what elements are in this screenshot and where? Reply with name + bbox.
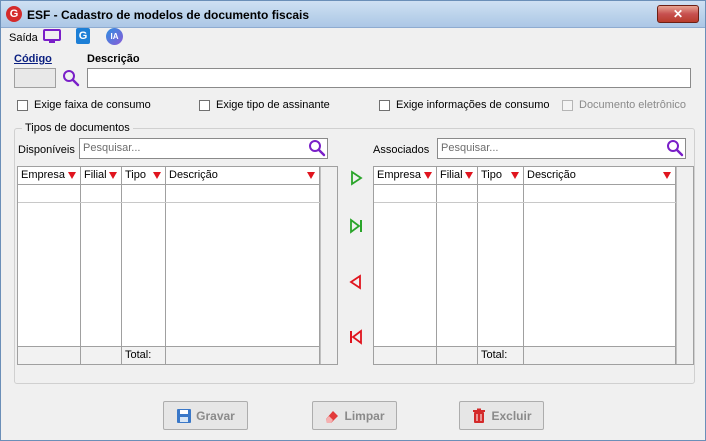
descricao-field[interactable]	[87, 68, 691, 88]
close-button[interactable]: ✕	[657, 5, 699, 23]
col-descricao[interactable]: Descrição	[166, 167, 320, 184]
col-descricao[interactable]: Descrição	[524, 167, 676, 184]
descricao-label: Descrição	[87, 53, 140, 65]
g-icon[interactable]: G	[76, 28, 90, 44]
filter-icon[interactable]	[465, 172, 473, 179]
col-label: Empresa	[21, 169, 66, 181]
excluir-label: Excluir	[491, 408, 532, 423]
main-window: G ESF - Cadastro de modelos de documento…	[0, 0, 706, 441]
checkbox-label: Documento eletrônico	[579, 99, 687, 111]
checkbox-label: Exige tipo de assinante	[216, 99, 330, 111]
checkbox-box	[562, 99, 573, 111]
checkbox-informacoes-consumo[interactable]: Exige informações de consumo	[379, 98, 549, 112]
move-left-icon[interactable]	[347, 273, 365, 291]
save-icon	[177, 408, 192, 423]
table-row[interactable]	[18, 185, 320, 203]
filter-icon[interactable]	[109, 172, 117, 179]
gravar-label: Gravar	[196, 408, 235, 423]
filter-icon[interactable]	[68, 172, 76, 179]
disponiveis-grid[interactable]: Empresa Filial Tipo Descrição Total:	[17, 166, 338, 365]
disponiveis-label: Disponíveis	[18, 144, 75, 156]
window-title: ESF - Cadastro de modelos de documento f…	[27, 8, 310, 22]
checkbox-label: Exige faixa de consumo	[34, 99, 151, 111]
col-empresa[interactable]: Empresa	[374, 167, 437, 184]
vertical-scrollbar[interactable]	[676, 167, 693, 364]
toolbar: Saída G IA	[2, 28, 706, 48]
checkbox-faixa-consumo[interactable]: Exige faixa de consumo	[17, 98, 151, 112]
total-label: Total:	[122, 347, 166, 364]
trash-icon	[473, 408, 486, 423]
move-right-icon[interactable]	[347, 169, 365, 187]
codigo-field[interactable]	[14, 68, 56, 88]
ia-icon[interactable]: IA	[106, 28, 123, 45]
eraser-icon	[326, 410, 339, 423]
disponiveis-search-icon[interactable]	[308, 139, 326, 157]
filter-icon[interactable]	[153, 172, 161, 179]
checkbox-label: Exige informações de consumo	[396, 99, 550, 111]
limpar-button[interactable]: Limpar	[312, 401, 397, 430]
grid-header: Empresa Filial Tipo Descrição	[374, 167, 676, 185]
col-label: Filial	[84, 169, 107, 181]
disponiveis-search-input[interactable]: Pesquisar...	[79, 138, 328, 159]
col-filial[interactable]: Filial	[437, 167, 478, 184]
col-label: Descrição	[169, 169, 218, 181]
grid-footer: Total:	[374, 346, 676, 364]
app-logo-icon: G	[6, 6, 22, 22]
col-label: Empresa	[377, 169, 422, 181]
associados-grid[interactable]: Empresa Filial Tipo Descrição Total:	[373, 166, 694, 365]
table-row[interactable]	[374, 185, 676, 203]
gravar-button[interactable]: Gravar	[163, 401, 248, 430]
vertical-scrollbar[interactable]	[320, 167, 337, 364]
associados-search-icon[interactable]	[666, 139, 684, 157]
associados-search-input[interactable]: Pesquisar...	[437, 138, 686, 159]
associados-label: Associados	[373, 144, 430, 156]
col-tipo[interactable]: Tipo	[122, 167, 166, 184]
total-label: Total:	[478, 347, 524, 364]
saida-menu[interactable]: Saída	[9, 32, 38, 44]
col-label: Filial	[440, 169, 463, 181]
col-empresa[interactable]: Empresa	[18, 167, 81, 184]
excluir-button[interactable]: Excluir	[459, 401, 544, 430]
filter-icon[interactable]	[307, 172, 315, 179]
codigo-search-icon[interactable]	[62, 69, 80, 87]
move-all-left-icon[interactable]	[347, 328, 365, 346]
filter-icon[interactable]	[424, 172, 432, 179]
title-bar: G ESF - Cadastro de modelos de documento…	[1, 1, 705, 28]
filter-icon[interactable]	[511, 172, 519, 179]
grid-footer: Total:	[18, 346, 320, 364]
col-filial[interactable]: Filial	[81, 167, 122, 184]
filter-icon[interactable]	[663, 172, 671, 179]
tipos-group-title: Tipos de documentos	[22, 122, 133, 134]
grid-body	[18, 185, 320, 346]
checkbox-box[interactable]	[17, 99, 28, 111]
checkbox-box[interactable]	[199, 99, 210, 111]
checkbox-documento-eletronico: Documento eletrônico	[562, 98, 686, 112]
checkbox-box[interactable]	[379, 99, 390, 111]
limpar-label: Limpar	[344, 408, 385, 423]
move-all-right-icon[interactable]	[347, 217, 365, 235]
col-label: Descrição	[527, 169, 576, 181]
col-label: Tipo	[125, 169, 146, 181]
col-label: Tipo	[481, 169, 502, 181]
grid-body	[374, 185, 676, 346]
col-tipo[interactable]: Tipo	[478, 167, 524, 184]
checkbox-tipo-assinante[interactable]: Exige tipo de assinante	[199, 98, 330, 112]
grid-header: Empresa Filial Tipo Descrição	[18, 167, 320, 185]
monitor-icon[interactable]	[43, 29, 61, 44]
codigo-label: Código	[14, 53, 52, 65]
